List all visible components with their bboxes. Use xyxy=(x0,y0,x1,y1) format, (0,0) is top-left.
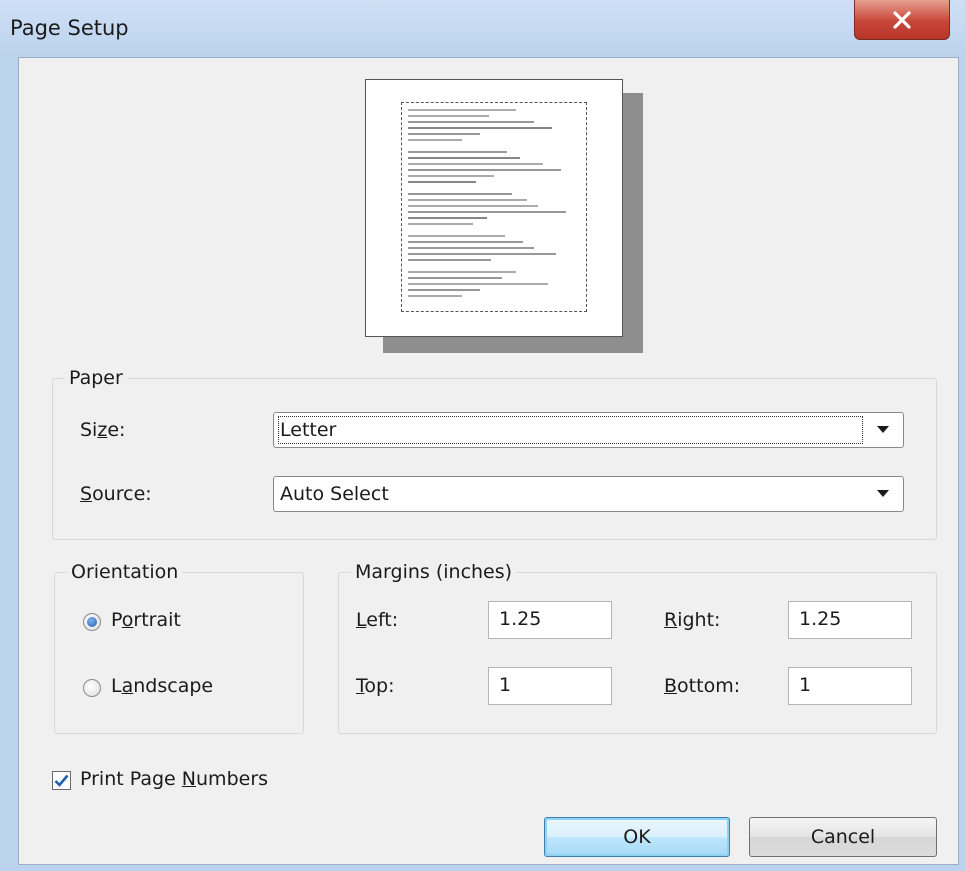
preview-text-line xyxy=(408,115,489,117)
close-button[interactable] xyxy=(854,0,950,40)
preview-text-line xyxy=(408,157,520,159)
source-label: Source: xyxy=(80,483,152,505)
page-setup-dialog: Page Setup Paper Size: Letter Source: Au… xyxy=(0,0,965,871)
preview-text-line xyxy=(408,253,556,255)
chevron-down-icon[interactable] xyxy=(869,413,897,447)
left-margin-input[interactable]: 1.25 xyxy=(488,601,612,639)
source-select-value: Auto Select xyxy=(280,483,389,505)
preview-text-line xyxy=(408,295,462,297)
preview-text-line xyxy=(408,193,512,195)
page-preview xyxy=(365,79,623,337)
print-page-numbers-label[interactable]: Print Page Numbers xyxy=(80,768,268,790)
preview-text-line xyxy=(408,247,534,249)
ok-button[interactable]: OK xyxy=(544,817,730,857)
preview-text-line xyxy=(408,211,566,213)
preview-text-line xyxy=(408,271,516,273)
chevron-down-icon[interactable] xyxy=(869,477,897,511)
preview-text-line xyxy=(408,133,480,135)
print-page-numbers-checkbox[interactable] xyxy=(52,771,71,790)
preview-text-line xyxy=(408,205,538,207)
orientation-group-label: Orientation xyxy=(67,561,183,583)
preview-text-line xyxy=(408,127,552,129)
left-margin-label: Left: xyxy=(356,609,399,631)
top-margin-label: Top: xyxy=(356,675,395,697)
preview-text-line xyxy=(408,169,561,171)
paper-group: Paper xyxy=(52,367,937,540)
preview-text-line xyxy=(408,151,507,153)
preview-text-line xyxy=(408,163,543,165)
dialog-title: Page Setup xyxy=(10,16,129,40)
size-label: Size: xyxy=(80,419,126,441)
checkmark-icon xyxy=(54,774,69,787)
preview-text-line xyxy=(408,181,476,183)
left-margin-value: 1.25 xyxy=(499,608,542,630)
right-margin-value: 1.25 xyxy=(799,608,842,630)
preview-text-line xyxy=(408,217,487,219)
right-margin-label: Right: xyxy=(664,609,721,631)
margins-group-label: Margins (inches) xyxy=(351,561,517,583)
size-select-focus xyxy=(278,416,863,444)
top-margin-value: 1 xyxy=(499,674,512,696)
right-margin-input[interactable]: 1.25 xyxy=(788,601,912,639)
preview-text-line xyxy=(408,109,516,111)
preview-text-line xyxy=(408,121,534,123)
preview-text-line xyxy=(408,277,502,279)
orientation-group: Orientation xyxy=(54,561,304,734)
preview-text-line xyxy=(408,199,527,201)
landscape-radio[interactable] xyxy=(83,679,101,697)
margins-group: Margins (inches) xyxy=(338,561,937,734)
preview-text-line xyxy=(408,175,494,177)
size-select-value: Letter xyxy=(280,419,337,441)
bottom-margin-input[interactable]: 1 xyxy=(788,667,912,705)
preview-text-line xyxy=(408,241,523,243)
source-select[interactable]: Auto Select xyxy=(273,476,904,512)
preview-text-line xyxy=(408,139,462,141)
landscape-label[interactable]: Landscape xyxy=(111,675,213,697)
preview-text-line xyxy=(408,289,480,291)
preview-margin-outline xyxy=(401,102,587,312)
bottom-margin-value: 1 xyxy=(799,674,812,696)
preview-text-line xyxy=(408,235,505,237)
cancel-button[interactable]: Cancel xyxy=(749,817,937,857)
preview-text-line xyxy=(408,283,548,285)
paper-group-label: Paper xyxy=(65,367,127,389)
top-margin-input[interactable]: 1 xyxy=(488,667,612,705)
size-select[interactable]: Letter xyxy=(273,412,904,448)
portrait-radio[interactable] xyxy=(83,613,101,631)
preview-text-line xyxy=(408,259,491,261)
title-bar[interactable]: Page Setup xyxy=(0,0,965,60)
preview-text-line xyxy=(408,223,473,225)
portrait-label[interactable]: Portrait xyxy=(111,609,181,631)
bottom-margin-label: Bottom: xyxy=(664,675,741,697)
close-icon xyxy=(893,10,911,29)
